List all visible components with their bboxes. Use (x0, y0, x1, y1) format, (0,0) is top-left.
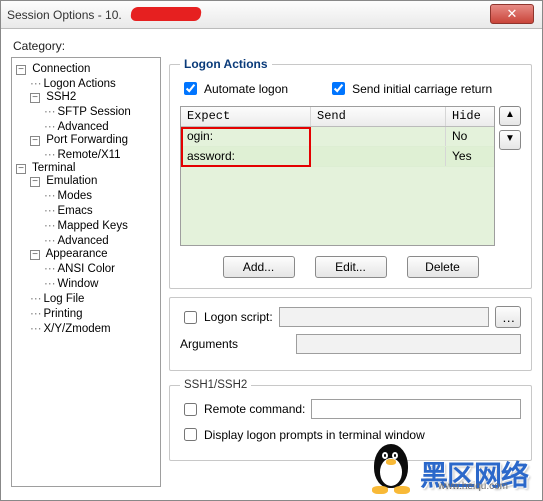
automate-logon-check[interactable]: Automate logon (180, 79, 288, 98)
table-row[interactable]: ogin: No (181, 127, 494, 147)
delete-button[interactable]: Delete (407, 256, 479, 278)
col-expect[interactable]: Expect (181, 107, 311, 126)
add-button[interactable]: Add... (223, 256, 295, 278)
panel-title: Logon Actions (180, 57, 272, 71)
tree-sftp-session[interactable]: SFTP Session (58, 106, 131, 118)
collapse-icon[interactable]: − (16, 65, 26, 75)
logon-script-label: Logon script: (204, 310, 273, 324)
tree-appearance[interactable]: Appearance (46, 248, 108, 260)
expect-send-grid[interactable]: Expect Send Hide ogin: No assword: (180, 106, 495, 246)
tree-emulation[interactable]: Emulation (46, 175, 97, 187)
collapse-icon[interactable]: − (30, 136, 40, 146)
category-tree[interactable]: − Connection ⋯Logon Actions − SSH2 ⋯SFTP… (11, 57, 161, 487)
close-button[interactable]: ✕ (490, 4, 534, 24)
send-cr-checkbox[interactable] (332, 82, 345, 95)
edit-button[interactable]: Edit... (315, 256, 387, 278)
ssh-legend: SSH1/SSH2 (180, 379, 251, 391)
tree-emacs[interactable]: Emacs (58, 205, 93, 217)
collapse-icon[interactable]: − (30, 177, 40, 187)
logon-script-input[interactable] (279, 307, 489, 327)
table-row[interactable]: assword: Yes (181, 147, 494, 167)
tree-window[interactable]: Window (58, 278, 99, 290)
ssh-group: SSH1/SSH2 Remote command: Display logon … (169, 379, 532, 461)
display-prompts-checkbox[interactable] (184, 428, 197, 441)
remote-command-label: Remote command: (204, 402, 305, 416)
arguments-label: Arguments (180, 337, 290, 351)
col-send[interactable]: Send (311, 107, 446, 126)
remote-command-input[interactable] (311, 399, 521, 419)
tree-log-file[interactable]: Log File (44, 293, 85, 305)
collapse-icon[interactable]: − (30, 250, 40, 260)
script-group: Logon script: … Arguments (169, 297, 532, 371)
send-cr-check[interactable]: Send initial carriage return (328, 79, 492, 98)
arguments-input[interactable] (296, 334, 521, 354)
display-prompts-label: Display logon prompts in terminal window (204, 428, 425, 442)
logon-script-checkbox[interactable] (184, 311, 197, 324)
category-label: Category: (13, 39, 532, 53)
remote-command-checkbox[interactable] (184, 403, 197, 416)
col-hide[interactable]: Hide (446, 107, 494, 126)
tree-terminal[interactable]: Terminal (32, 162, 75, 174)
tree-ssh2[interactable]: SSH2 (46, 91, 76, 103)
tree-port-forwarding[interactable]: Port Forwarding (46, 134, 128, 146)
tree-modes[interactable]: Modes (58, 190, 93, 202)
logon-actions-group: Logon Actions Automate logon Send initia… (169, 57, 532, 289)
collapse-icon[interactable]: − (30, 93, 40, 103)
automate-logon-checkbox[interactable] (184, 82, 197, 95)
tree-mapped-keys[interactable]: Mapped Keys (58, 220, 128, 232)
tree-ansi-color[interactable]: ANSI Color (58, 263, 116, 275)
tree-xyzmodem[interactable]: X/Y/Zmodem (44, 323, 111, 335)
tree-printing[interactable]: Printing (44, 308, 83, 320)
tree-connection[interactable]: Connection (32, 63, 90, 75)
redaction-mark (130, 7, 202, 21)
window-title: Session Options - 10. (7, 8, 122, 22)
tree-remote-x11[interactable]: Remote/X11 (58, 149, 121, 161)
tree-advanced[interactable]: Advanced (58, 121, 109, 133)
move-down-button[interactable]: ▼ (499, 130, 521, 150)
tree-advanced2[interactable]: Advanced (58, 235, 109, 247)
browse-script-button[interactable]: … (495, 306, 521, 328)
move-up-button[interactable]: ▲ (499, 106, 521, 126)
collapse-icon[interactable]: − (16, 164, 26, 174)
tree-logon-actions[interactable]: Logon Actions (44, 78, 116, 90)
